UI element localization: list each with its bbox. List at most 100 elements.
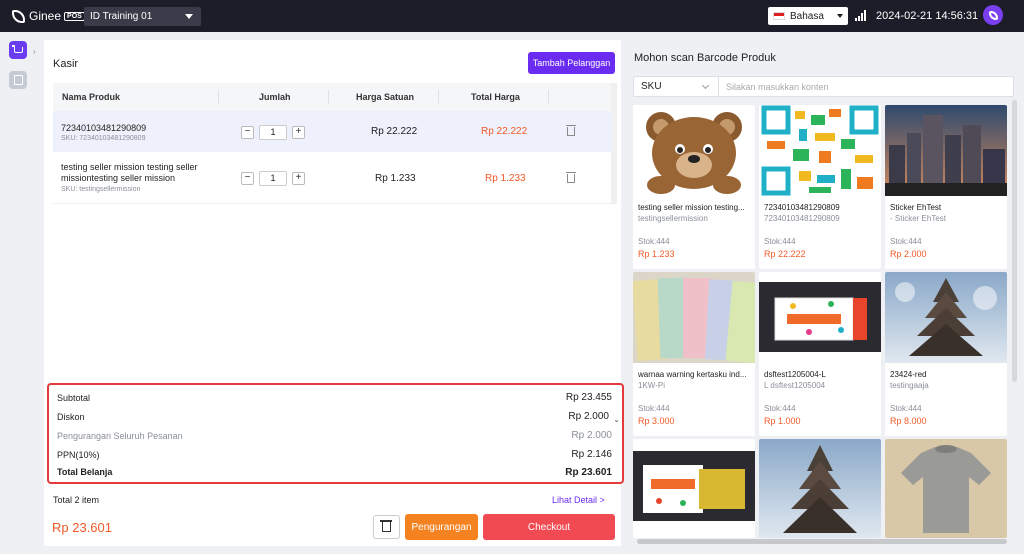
product-sku: SKU: testingsellermission	[61, 186, 141, 193]
product-image-qr-code	[759, 105, 881, 196]
language-select[interactable]: Bahasa	[768, 7, 848, 25]
product-sku: 1KW-Pi	[638, 381, 665, 390]
product-name: dsftest1205004-L	[764, 370, 826, 379]
caret-down-icon	[837, 14, 843, 18]
product-name: 23424-red	[890, 370, 927, 379]
product-name: 72340103481290809	[764, 203, 840, 212]
unit-price: Rp 22.222	[371, 126, 418, 137]
subtotal-value: Rp 23.455	[565, 392, 612, 403]
nav-orders[interactable]	[9, 71, 27, 89]
quantity-stepper: − 1 +	[241, 170, 305, 186]
subtotal-label: Subtotal	[57, 393, 91, 403]
product-sku: SKU: 72340103481290809	[61, 135, 146, 142]
product-price: Rp 2.000	[890, 249, 927, 259]
column-quantity: Jumlah	[259, 92, 291, 102]
product-image-pagoda-art	[885, 272, 1007, 363]
product-image-city-skyline	[885, 105, 1007, 196]
product-price: Rp 1.000	[764, 416, 801, 426]
product-search-input[interactable]	[720, 77, 1010, 96]
product-stock: Stok:444	[890, 237, 922, 246]
tax-value: Rp 2.146	[571, 449, 612, 460]
indonesia-flag-icon	[773, 12, 785, 20]
search-type-select[interactable]: SKU	[634, 77, 719, 96]
line-total: Rp 22.222	[481, 126, 528, 137]
clear-cart-button[interactable]	[373, 515, 400, 539]
discount-value[interactable]: Rp 2.000	[568, 411, 609, 422]
trash-icon	[380, 520, 392, 532]
increase-quantity-button[interactable]: +	[292, 125, 305, 139]
column-product-name: Nama Produk	[62, 92, 121, 102]
product-image-birthday-box	[759, 272, 881, 363]
clipboard-icon	[13, 75, 23, 85]
ginee-logo-icon	[12, 9, 25, 23]
product-stock: Stok:444	[764, 404, 796, 413]
product-sku: L dsftest1205004	[764, 381, 826, 390]
horizontal-scrollbar[interactable]	[637, 539, 1007, 544]
signal-icon	[855, 10, 866, 21]
column-total-price: Total Harga	[471, 92, 520, 102]
grand-total: Rp 23.601	[52, 520, 112, 535]
delete-item-icon[interactable]	[566, 125, 576, 136]
product-card[interactable]	[633, 439, 755, 538]
product-card[interactable]: 23424-red testingaaja Stok:444 Rp 8.000	[885, 272, 1007, 436]
product-card[interactable]	[885, 439, 1007, 538]
chevron-down-icon[interactable]: ⌄	[613, 415, 620, 424]
checkout-button[interactable]: Checkout	[483, 514, 615, 540]
product-sku: 72340103481290809	[764, 214, 840, 223]
product-sku: testingsellermission	[638, 214, 708, 223]
product-search-bar: SKU	[633, 76, 1014, 97]
datetime: 2024-02-21 14:56:31	[876, 10, 979, 22]
product-image-birthday-box	[633, 439, 755, 538]
product-sku: - Sticker EhTest	[890, 214, 947, 223]
increase-quantity-button[interactable]: +	[292, 171, 305, 185]
order-reduction-label: Pengurangan Seluruh Pesanan	[57, 431, 183, 441]
user-avatar[interactable]	[983, 5, 1003, 25]
view-detail-link[interactable]: Lihat Detail >	[552, 495, 605, 505]
search-type-value: SKU	[641, 81, 662, 92]
cart-row: testing seller mission testing seller mi…	[53, 153, 611, 204]
product-card[interactable]: 72340103481290809 72340103481290809 Stok…	[759, 105, 881, 269]
top-bar: Ginee POS ID Training 01 Bahasa 2024-02-…	[0, 0, 1024, 32]
product-price: Rp 3.000	[638, 416, 675, 426]
discount-label: Diskon	[57, 412, 85, 422]
product-card[interactable]: Sticker EhTest - Sticker EhTest Stok:444…	[885, 105, 1007, 269]
cart-title: Kasir	[53, 58, 79, 70]
quantity-stepper: − 1 +	[241, 124, 305, 140]
total-value: Rp 23.601	[565, 467, 612, 478]
store-select-value: ID Training 01	[90, 11, 153, 22]
product-card[interactable]: testing seller mission testing... testin…	[633, 105, 755, 269]
product-stock: Stok:444	[638, 404, 670, 413]
cart-row: 72340103481290809 SKU: 72340103481290809…	[53, 111, 611, 152]
product-name: warnaa warning kertasku ind...	[638, 370, 747, 379]
store-select[interactable]: ID Training 01	[84, 7, 201, 26]
product-panel-title: Mohon scan Barcode Produk	[634, 52, 776, 64]
unit-price: Rp 1.233	[375, 173, 416, 184]
product-price: Rp 8.000	[890, 416, 927, 426]
product-image-color-papers	[633, 272, 755, 363]
product-card[interactable]: dsftest1205004-L L dsftest1205004 Stok:4…	[759, 272, 881, 436]
caret-down-icon	[185, 14, 193, 19]
expand-sidebar-icon[interactable]: ›	[33, 47, 36, 56]
quantity-input[interactable]: 1	[259, 124, 287, 140]
product-name: Sticker EhTest	[890, 203, 942, 212]
quantity-input[interactable]: 1	[259, 170, 287, 186]
decrease-quantity-button[interactable]: −	[241, 171, 254, 185]
add-customer-button[interactable]: Tambah Pelanggan	[528, 52, 615, 74]
nav-cashier[interactable]	[9, 41, 27, 59]
product-stock: Stok:444	[764, 237, 796, 246]
total-label: Total Belanja	[57, 467, 113, 477]
product-name: testing seller mission testing seller mi…	[61, 162, 198, 183]
delete-item-icon[interactable]	[566, 172, 576, 183]
cart-icon	[11, 45, 23, 53]
product-image-tshirt	[885, 439, 1007, 538]
product-sku: testingaaja	[890, 381, 929, 390]
product-list-scrollbar[interactable]	[1012, 100, 1017, 382]
product-card[interactable]	[759, 439, 881, 538]
decrease-quantity-button[interactable]: −	[241, 125, 254, 139]
chevron-down-icon	[701, 81, 710, 90]
reduction-button[interactable]: Pengurangan	[405, 514, 478, 540]
cart-scrollbar[interactable]	[611, 83, 617, 204]
language-value: Bahasa	[790, 10, 824, 22]
side-nav: ›	[0, 32, 37, 554]
product-card[interactable]: warnaa warning kertasku ind... 1KW-Pi St…	[633, 272, 755, 436]
